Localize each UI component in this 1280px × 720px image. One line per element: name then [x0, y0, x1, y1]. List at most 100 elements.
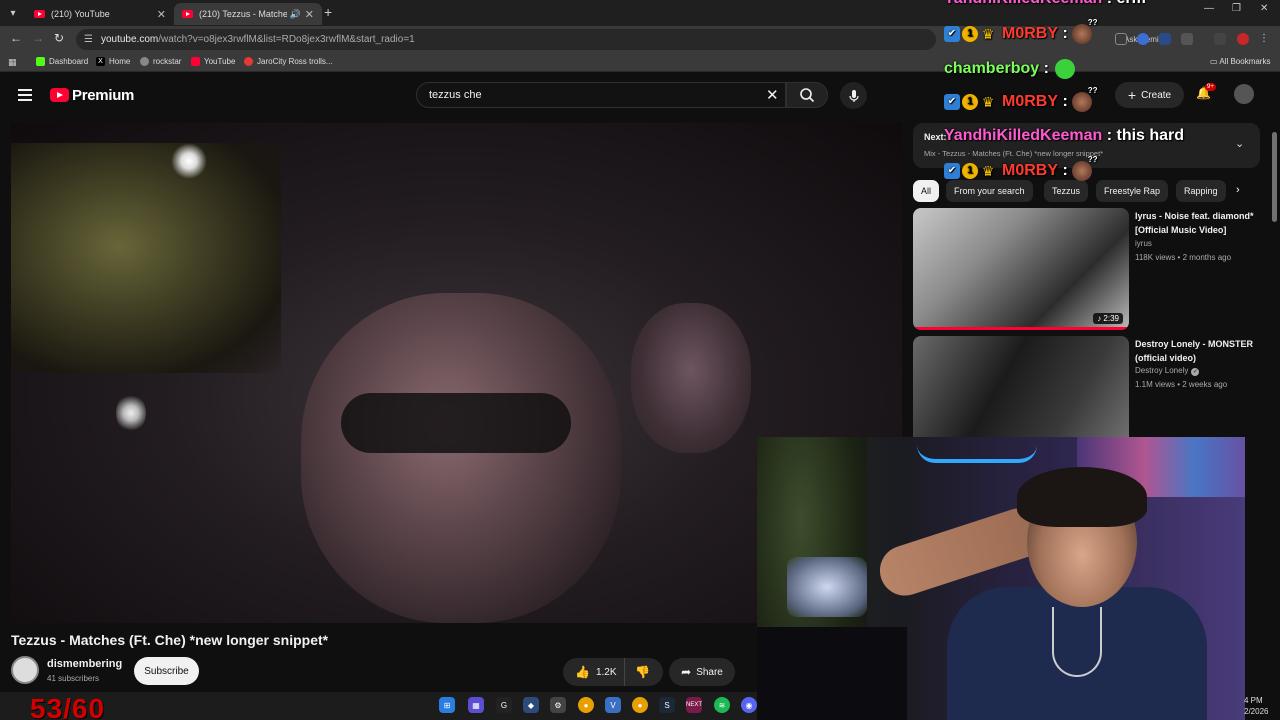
chevron-down-icon[interactable]: ⌄	[1235, 137, 1244, 150]
recommendation-title[interactable]: Iyrus - Noise feat. diamond* [Official M…	[1135, 209, 1255, 237]
app-icon[interactable]: V	[605, 697, 621, 713]
chat-message: ✔ 1 ♛ M0RBY :??	[944, 86, 1098, 112]
minimize-icon[interactable]: —	[1204, 3, 1214, 14]
chip-tezzus[interactable]: Tezzus	[1044, 180, 1089, 202]
video-thumbnail[interactable]: ♪ 2:39	[913, 208, 1129, 330]
youtube-logo-icon[interactable]	[50, 88, 69, 102]
search-button[interactable]	[786, 82, 828, 108]
youtube-brand[interactable]: Premium	[72, 87, 134, 104]
microphone-icon	[848, 89, 859, 102]
chat-message: YandhiKilledKeeman : this hard	[944, 127, 1185, 144]
chip-rapping[interactable]: Rapping	[1176, 180, 1226, 202]
url-host: youtube.com	[100, 34, 159, 45]
like-button[interactable]: 👍 1.2K	[563, 658, 625, 686]
search-input[interactable]: tezzus che	[416, 82, 786, 108]
new-tab-button[interactable]: +	[324, 4, 332, 20]
profile-avatar-icon[interactable]	[1237, 33, 1249, 45]
extension-icon[interactable]	[1115, 33, 1127, 45]
steam-icon[interactable]: S	[659, 697, 675, 713]
chat-username: chamberboy	[944, 60, 1040, 77]
maximize-icon[interactable]: ❐	[1232, 3, 1241, 14]
notification-badge: 9+	[1205, 83, 1216, 91]
webcam-hair	[1017, 467, 1147, 527]
all-bookmarks-button[interactable]: ▭ All Bookmarks	[1210, 57, 1270, 66]
list-item[interactable]: Destroy Lonely - MONSTER (official video…	[913, 336, 1258, 458]
streamer-webcam	[757, 437, 1245, 720]
app-icon[interactable]: ◆	[523, 697, 539, 713]
windows-start-icon[interactable]: ⊞	[439, 697, 455, 713]
share-button[interactable]: ➦ Share	[669, 658, 735, 686]
chrome-icon[interactable]: ●	[632, 697, 648, 713]
mix-subtitle: Mix - Tezzus - Matches (Ft. Che) *new lo…	[924, 149, 1104, 158]
reload-icon[interactable]: ↻	[54, 31, 64, 45]
extension-icon[interactable]	[1159, 33, 1171, 45]
screen: ▾ (210) YouTube ✕ (210) Tezzus - Matches…	[0, 0, 1280, 720]
scroll-thumb[interactable]	[1272, 132, 1277, 222]
address-bar[interactable]: ☰ youtube.com/watch?v=o8jex3rwflM&list=R…	[76, 29, 936, 50]
widgets-icon[interactable]: ▦	[468, 697, 484, 713]
menu-icon[interactable]	[18, 89, 32, 101]
system-clock[interactable]: 4 PM 2/2026	[1244, 695, 1268, 717]
create-button[interactable]: + Create	[1115, 82, 1184, 108]
list-item[interactable]: ♪ 2:39 Iyrus - Noise feat. diamond* [Off…	[913, 208, 1258, 330]
tab-video[interactable]: (210) Tezzus - Matches (Ft. Che) 🔊 ✕	[174, 3, 322, 25]
crown-icon: ♛	[981, 26, 995, 42]
chip-from-your-search[interactable]: From your search	[946, 180, 1033, 202]
site-settings-icon[interactable]: ☰	[84, 34, 93, 45]
bookmark-rockstar[interactable]: rockstar	[140, 57, 181, 66]
bookmark-home[interactable]: X Home	[96, 57, 130, 66]
tab-title: (210) YouTube	[51, 9, 110, 19]
tab-search-icon[interactable]: ▾	[4, 4, 22, 22]
window-close-icon[interactable]: ✕	[1260, 3, 1268, 14]
search-value: tezzus che	[429, 89, 482, 101]
forward-arrow-icon[interactable]: →	[32, 31, 44, 45]
face-emote-icon: ??	[1071, 86, 1098, 112]
extension-icon[interactable]	[1214, 33, 1226, 45]
channel-name[interactable]: dismembering	[47, 658, 122, 670]
voice-search-button[interactable]	[840, 82, 867, 109]
kebab-menu-icon[interactable]: ⋮	[1259, 33, 1271, 45]
sidebar-scrollbar[interactable]	[1271, 122, 1278, 687]
back-arrow-icon[interactable]: ←	[10, 31, 22, 45]
account-avatar[interactable]	[1234, 84, 1254, 104]
verified-badge-icon: ✔	[944, 94, 960, 110]
dislike-button[interactable]: 👎	[625, 665, 650, 679]
subscribe-button[interactable]: Subscribe	[134, 657, 199, 685]
plus-icon: +	[1127, 87, 1137, 103]
close-icon[interactable]: ✕	[157, 8, 166, 21]
bookmark-jarocity[interactable]: JaroCity Ross trolls...	[244, 57, 333, 66]
recommendation-channel[interactable]: Destroy Lonely ✓	[1135, 366, 1200, 376]
extension-icon[interactable]	[1137, 33, 1149, 45]
chat-message: ✔ 1 ♛ M0RBY :??	[944, 18, 1098, 44]
chat-message: YandhiKilledKeeman : erm	[944, 0, 1146, 8]
chip-freestyle-rap[interactable]: Freestyle Rap	[1096, 180, 1169, 202]
chip-all[interactable]: All	[913, 180, 940, 202]
chat-message: chamberboy :	[944, 59, 1075, 79]
extensions-puzzle-icon[interactable]	[1181, 33, 1193, 45]
youtube-favicon-icon	[182, 10, 193, 18]
face-emote-icon: ??	[1071, 155, 1098, 181]
search-icon	[800, 88, 815, 103]
spotify-icon[interactable]: ≋	[714, 697, 730, 713]
thumbs-up-icon: 👍	[575, 665, 590, 679]
clear-search-icon[interactable]: ✕	[766, 86, 779, 104]
chevron-right-icon[interactable]: ›	[1236, 184, 1240, 196]
apps-grid-icon[interactable]: ▦	[8, 57, 17, 68]
speaker-icon[interactable]: 🔊	[290, 9, 301, 20]
tab-youtube-home[interactable]: (210) YouTube ✕	[26, 3, 174, 25]
recommendation-channel[interactable]: iyrus	[1135, 239, 1152, 248]
chat-username: YandhiKilledKeeman	[944, 0, 1102, 8]
app-icon[interactable]: G	[496, 697, 512, 713]
bookmark-dashboard[interactable]: Dashboard	[36, 57, 88, 66]
chrome-icon[interactable]: ●	[578, 697, 594, 713]
channel-avatar[interactable]	[11, 656, 39, 684]
subscriber-badge-icon: 1	[962, 26, 978, 42]
crown-icon: ♛	[981, 94, 995, 110]
recommendation-title[interactable]: Destroy Lonely - MONSTER (official video…	[1135, 337, 1255, 365]
face-emote-icon: ??	[1071, 18, 1098, 44]
next-app-icon[interactable]: NEXT	[686, 697, 702, 713]
discord-icon[interactable]: ◉	[741, 697, 757, 713]
bookmark-youtube[interactable]: YouTube	[191, 57, 235, 66]
close-icon[interactable]: ✕	[305, 8, 314, 21]
settings-gear-icon[interactable]: ⚙	[550, 697, 566, 713]
